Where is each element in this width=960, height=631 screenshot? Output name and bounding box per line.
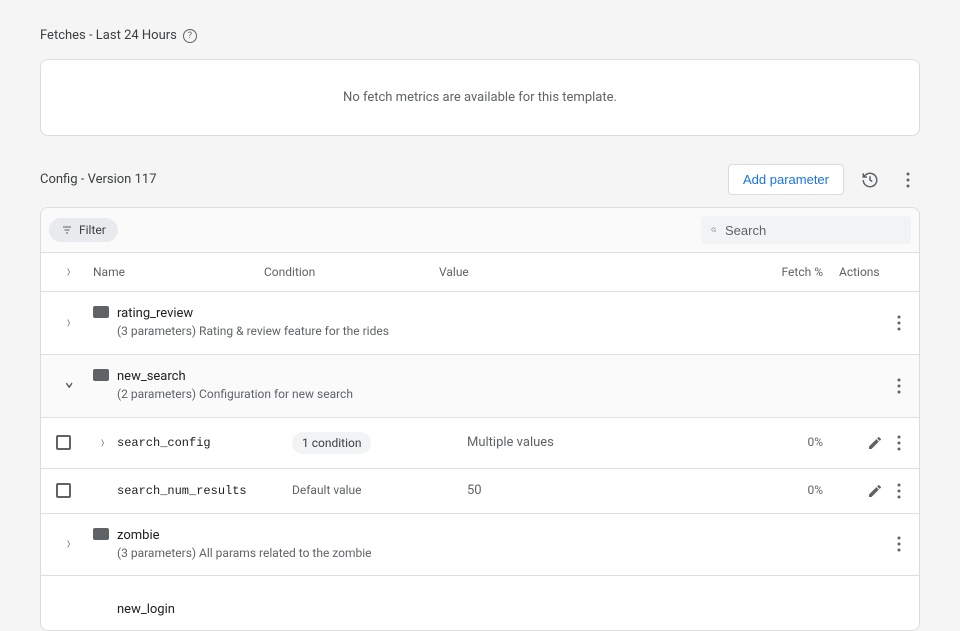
table-row[interactable]: rating_review (3 parameters) Rating & re…	[41, 292, 919, 355]
group-name: rating_review	[117, 306, 389, 321]
row-checkbox[interactable]	[56, 435, 71, 450]
config-title: Config - Version 117	[40, 172, 157, 187]
chevron-right-icon[interactable]	[101, 434, 105, 452]
group-name: zombie	[117, 528, 372, 543]
param-name: search_config	[117, 436, 211, 450]
more-icon[interactable]	[897, 536, 901, 552]
table-row[interactable]: zombie (3 parameters) All params related…	[41, 514, 919, 577]
table-row[interactable]: new_search (2 parameters) Configuration …	[41, 355, 919, 418]
param-fetch: 0%	[807, 435, 823, 449]
more-icon[interactable]	[896, 168, 920, 192]
chevron-right-icon[interactable]	[67, 535, 71, 553]
help-icon[interactable]: ?	[183, 29, 197, 43]
chevron-right-icon[interactable]	[67, 314, 71, 332]
filter-icon	[61, 224, 73, 236]
filter-button[interactable]: Filter	[49, 218, 118, 242]
param-value: Multiple values	[467, 435, 554, 450]
table-row[interactable]: search_config 1 condition Multiple value…	[41, 418, 919, 469]
more-icon[interactable]	[897, 435, 901, 451]
folder-icon	[93, 528, 109, 540]
table-row[interactable]: search_num_results Default value 50 0%	[41, 469, 919, 514]
row-checkbox[interactable]	[56, 483, 71, 498]
edit-icon[interactable]	[867, 435, 883, 451]
group-name: new_login	[117, 602, 175, 617]
fetches-title: Fetches - Last 24 Hours	[40, 28, 177, 43]
condition-chip[interactable]: 1 condition	[292, 432, 371, 454]
group-name: new_search	[117, 369, 353, 384]
header-name: Name	[89, 265, 264, 279]
add-parameter-button[interactable]: Add parameter	[728, 164, 844, 195]
fetches-empty-message: No fetch metrics are available for this …	[343, 90, 617, 105]
filter-label: Filter	[79, 223, 106, 237]
search-icon	[711, 222, 717, 238]
header-condition: Condition	[264, 265, 439, 279]
history-icon[interactable]	[858, 168, 882, 192]
chevron-right-icon[interactable]	[67, 263, 71, 281]
folder-icon	[93, 369, 109, 381]
header-value: Value	[439, 265, 761, 279]
more-icon[interactable]	[897, 315, 901, 331]
header-fetch: Fetch %	[761, 265, 831, 279]
more-icon[interactable]	[897, 483, 901, 499]
edit-icon[interactable]	[867, 483, 883, 499]
param-condition: Default value	[292, 483, 362, 497]
chevron-down-icon[interactable]	[63, 371, 76, 393]
folder-icon	[93, 306, 109, 318]
search-box[interactable]	[701, 216, 911, 244]
config-table: Filter Name Condition Value Fetch % Acti…	[40, 207, 920, 631]
group-desc: (2 parameters) Configuration for new sea…	[117, 386, 353, 403]
fetches-empty-card: No fetch metrics are available for this …	[40, 59, 920, 136]
table-row[interactable]: new_login	[41, 576, 919, 630]
group-desc: (3 parameters) All params related to the…	[117, 545, 372, 562]
header-actions: Actions	[831, 265, 911, 279]
more-icon[interactable]	[897, 378, 901, 394]
fetches-section-header: Fetches - Last 24 Hours ?	[40, 28, 920, 43]
param-fetch: 0%	[807, 483, 823, 497]
table-header-row: Name Condition Value Fetch % Actions	[41, 253, 919, 292]
group-desc: (3 parameters) Rating & review feature f…	[117, 323, 389, 340]
search-input[interactable]	[725, 223, 901, 238]
param-name: search_num_results	[117, 484, 247, 498]
param-value: 50	[467, 483, 482, 498]
